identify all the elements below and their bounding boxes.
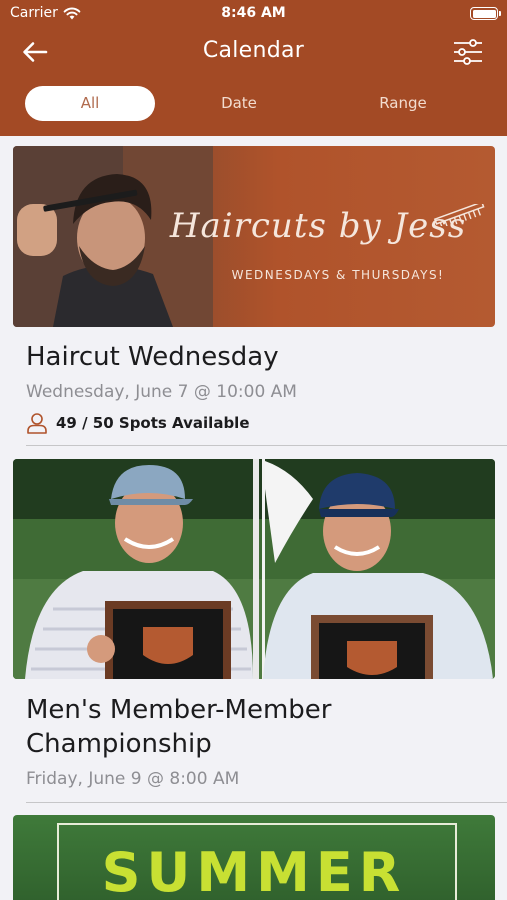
segment-range[interactable]: Range xyxy=(340,86,466,121)
nav-bar: Calendar xyxy=(0,28,507,76)
segment-date[interactable]: Date xyxy=(178,86,300,121)
person-icon xyxy=(27,413,47,434)
event-banner-image[interactable]: SUMMER xyxy=(13,815,495,900)
segment-all[interactable]: All xyxy=(25,86,155,121)
event-title: Men's Member-Member Championship xyxy=(26,693,331,761)
filter-segmented-control: All Date Range xyxy=(0,84,507,124)
spots-available: 49 / 50 Spots Available xyxy=(26,412,250,434)
golf-winners-photo xyxy=(13,459,495,679)
divider xyxy=(26,445,507,446)
sliders-icon xyxy=(454,39,482,65)
battery-icon xyxy=(470,7,501,20)
status-time: 8:46 AM xyxy=(221,5,286,21)
event-title: Haircut Wednesday xyxy=(26,342,279,372)
event-title-line2: Championship xyxy=(26,729,212,759)
page-title: Calendar xyxy=(202,38,305,63)
banner-subtitle: WEDNESDAYS & THURSDAYS! xyxy=(231,268,445,282)
event-date: Friday, June 9 @ 8:00 AM xyxy=(26,769,240,789)
header: Carrier 8:46 AM Calendar All Date Range xyxy=(0,0,507,136)
event-title-line1: Men's Member-Member xyxy=(26,695,332,725)
filter-button[interactable] xyxy=(451,36,485,68)
divider xyxy=(26,802,507,803)
status-bar: Carrier 8:46 AM xyxy=(0,0,507,28)
event-banner-image[interactable]: Haircuts by Jess WEDNESDAYS & THURSDAYS! xyxy=(13,146,495,327)
banner-title: SUMMER xyxy=(101,841,407,900)
event-photo[interactable] xyxy=(13,459,495,679)
event-date: Wednesday, June 7 @ 10:00 AM xyxy=(26,382,297,402)
spots-available-text: 49 / 50 Spots Available xyxy=(56,414,250,432)
comb-icon xyxy=(433,204,485,226)
